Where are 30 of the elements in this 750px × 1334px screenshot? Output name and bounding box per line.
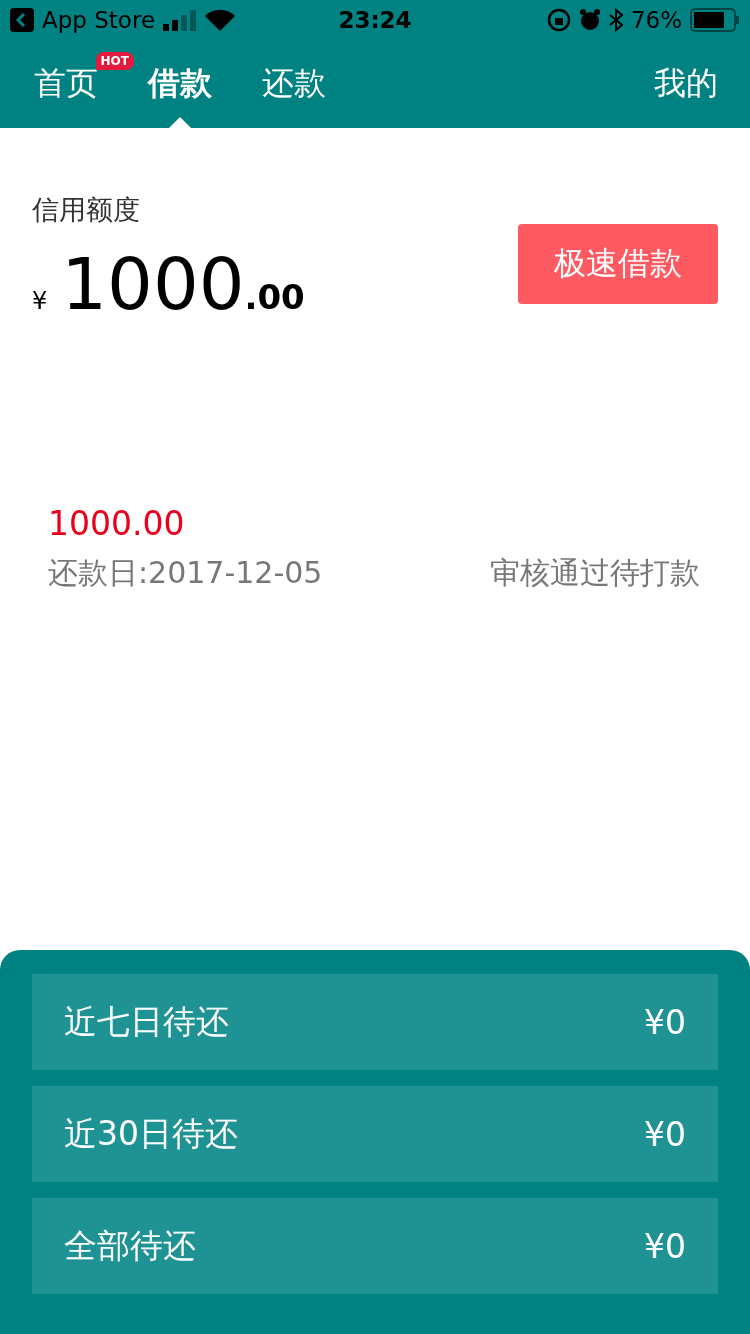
summary-label: 全部待还: [64, 1224, 196, 1267]
nav-tab[interactable]: 首页: [34, 40, 98, 128]
back-app-label[interactable]: App Store: [42, 7, 156, 33]
nav-tab[interactable]: 还款: [262, 40, 326, 128]
bluetooth-icon: [608, 8, 623, 32]
currency-symbol: ¥: [32, 287, 48, 315]
summary-value: ¥0: [644, 1226, 686, 1266]
summary-label: 近30日待还: [64, 1112, 238, 1155]
summary-value: ¥0: [644, 1002, 686, 1042]
nav-tab[interactable]: 我的: [654, 40, 718, 128]
loan-amount: 1000.00: [48, 504, 186, 543]
nav-tab[interactable]: 借款: [148, 40, 212, 128]
wifi-icon: [205, 9, 236, 31]
hot-badge: HOT: [95, 52, 134, 70]
summary-label: 近七日待还: [64, 1000, 229, 1043]
clock-time: 23:24: [338, 7, 412, 33]
signal-icon: [163, 9, 198, 31]
summary-value: ¥0: [644, 1114, 686, 1154]
quick-loan-button[interactable]: 极速借款: [518, 224, 718, 304]
credit-amount: 1000: [61, 242, 245, 326]
credit-amount-decimal: .00: [244, 277, 305, 317]
battery-percentage: 76%: [630, 7, 682, 33]
repayment-date: 还款日:2017-12-05: [48, 554, 323, 592]
battery-icon: [690, 8, 740, 32]
back-icon[interactable]: [10, 8, 34, 32]
summary-row[interactable]: 近七日待还 ¥0: [32, 974, 718, 1070]
credit-limit-label: 信用额度: [32, 193, 141, 227]
summary-row[interactable]: 全部待还 ¥0: [32, 1198, 718, 1294]
summary-row[interactable]: 近30日待还 ¥0: [32, 1086, 718, 1182]
loan-status: 审核通过待打款: [490, 554, 700, 592]
